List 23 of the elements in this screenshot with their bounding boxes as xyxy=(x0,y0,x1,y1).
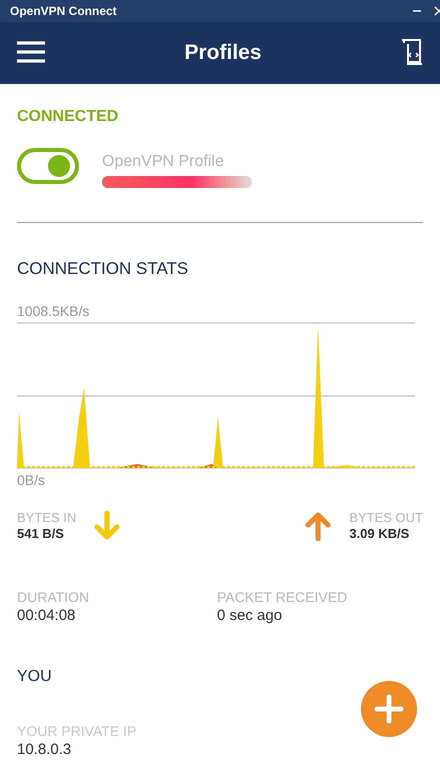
close-icon[interactable] xyxy=(434,6,440,16)
stat-value: 0 sec ago xyxy=(217,606,284,626)
profile-name: OpenVPN Profile xyxy=(102,152,225,172)
menu-icon[interactable] xyxy=(16,40,46,66)
section-heading: YOU xyxy=(17,668,53,686)
connection-toggle[interactable] xyxy=(17,148,79,184)
stat-value: 3.09 KB/S xyxy=(349,526,410,542)
page-title: Profiles xyxy=(184,41,262,65)
download-arrow-icon xyxy=(94,511,120,541)
axis-max-label: 1008.5KB/s xyxy=(17,303,90,319)
stat-label: BYTES OUT xyxy=(349,510,423,526)
stat-label: PACKET RECEIVED xyxy=(217,588,348,606)
section-heading: CONNECTION STATS xyxy=(17,259,190,279)
stat-label: BYTES IN xyxy=(17,510,76,526)
stat-value: 00:04:08 xyxy=(17,606,76,626)
stat-value: 10.8.0.3 xyxy=(17,740,72,760)
connection-status: CONNECTED xyxy=(17,108,120,126)
upload-arrow-icon xyxy=(305,511,332,541)
stat-value: 541 B/S xyxy=(17,526,65,542)
plus-icon xyxy=(374,694,404,724)
stat-label: DURATION xyxy=(17,588,90,606)
window-title: OpenVPN Connect xyxy=(10,4,118,18)
axis-min-label: 0B/s xyxy=(17,472,46,488)
